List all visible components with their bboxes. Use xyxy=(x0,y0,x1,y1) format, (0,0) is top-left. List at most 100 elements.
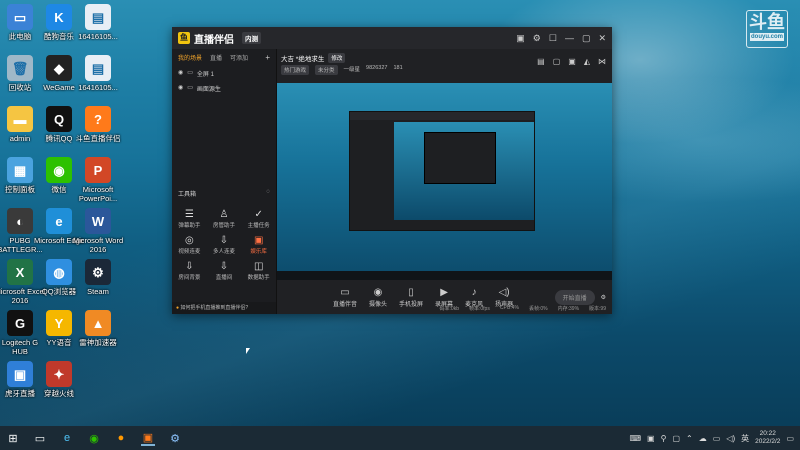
desktop-icon[interactable]: ⚙ Steam xyxy=(72,259,124,296)
bell-icon[interactable]: ◭ xyxy=(584,57,590,66)
wechat-icon[interactable]: ◉ xyxy=(87,431,101,445)
status-item: 丢帧:0% xyxy=(529,305,548,312)
tray-volume-icon[interactable]: ◁) xyxy=(726,434,735,443)
tool-icon: ▣ xyxy=(253,235,264,246)
control-icon: ◉ xyxy=(373,286,383,298)
douyu-icon: ? xyxy=(85,106,111,132)
close-icon[interactable]: ✕ xyxy=(598,33,606,44)
steam-icon: ⚙ xyxy=(85,259,111,285)
window-controls: ▣ ⚙ ☐ — ▢ ✕ xyxy=(516,33,606,44)
status-item: 版本:99 xyxy=(589,305,606,312)
desktop-icon-label: 1641610​5... xyxy=(78,32,118,41)
toolbox-item[interactable]: ⇩ 房间背景 xyxy=(172,261,207,281)
desktop-icon[interactable]: ▲ 雷神加速器 xyxy=(72,310,124,347)
tab-addable[interactable]: 可添加 xyxy=(230,53,248,62)
steam-taskbar-icon[interactable]: ⚙ xyxy=(168,431,182,445)
app-orange-icon[interactable]: ● xyxy=(114,431,128,445)
file-icon: ▤ xyxy=(85,4,111,30)
tray-network-icon[interactable]: ▭ xyxy=(713,434,721,443)
lock-icon[interactable]: ▢ xyxy=(553,57,561,66)
toolbox-item[interactable]: ▣ 娱乐库 xyxy=(241,235,276,255)
desktop-icon-label: Microsoft PowerPoi... xyxy=(78,185,118,203)
tab-my-scenes[interactable]: 我的场景 xyxy=(178,53,202,62)
share-icon[interactable]: ⋈ xyxy=(598,57,606,66)
toolbox-item[interactable]: ☰ 弹幕助手 xyxy=(172,209,207,229)
sidebar: 我的场景 直播 可添加 + ◉ ▭ 全屏 1 ◉ ▭ 画面源生 工具箱 ◌ ☰ 弹幕助… xyxy=(172,49,277,314)
pubg-icon: ◐ xyxy=(7,208,33,234)
info-icon: ● xyxy=(176,305,180,311)
toolbox-item[interactable]: ⇩ 多人连麦 xyxy=(207,235,242,255)
subcategory-tag[interactable]: 未分类 xyxy=(315,65,338,75)
desktop-icon[interactable]: ▤ 1641610​5... xyxy=(72,55,124,92)
toolbox-item[interactable]: ⇩ 直播间 xyxy=(207,261,242,281)
status-item: 码率:0kb xyxy=(439,305,459,312)
tab-live[interactable]: 直播 xyxy=(210,53,222,62)
edit-room-button[interactable]: 修改 xyxy=(328,53,346,63)
task-view-icon[interactable]: ▭ xyxy=(33,431,47,445)
maximize-icon[interactable]: ▢ xyxy=(582,33,591,44)
minimize-icon[interactable]: — xyxy=(565,33,574,44)
save-icon[interactable]: ▣ xyxy=(516,33,525,44)
tray-app-icon[interactable]: ▣ xyxy=(647,434,655,443)
taskbar: ⊞ ▭ e ◉ ● ▣ ⚙ ⌨ ▣ ⚲ ▢ ⌃ ☁ ▭ ◁) 英 20:22 2… xyxy=(0,426,800,450)
tray-expand-icon[interactable]: ⌃ xyxy=(686,434,693,443)
source-item[interactable]: ◉ ▭ 画面源生 xyxy=(172,81,276,96)
tool-icon: ♙ xyxy=(219,209,229,220)
control-icon: ▶ xyxy=(440,286,448,298)
settings-icon[interactable]: ⚙ xyxy=(533,33,541,44)
toolbox-item[interactable]: ◫ 数据助手 xyxy=(241,261,276,281)
yy-icon: Y xyxy=(46,310,72,336)
desktop-icon[interactable]: W Microsoft Word 2016 xyxy=(72,208,124,254)
app-title: 直播伴侣 xyxy=(194,34,234,46)
eye-icon[interactable]: ◉ xyxy=(178,69,183,78)
tray-app2-icon[interactable]: ▢ xyxy=(672,434,680,443)
title-bar[interactable]: 鱼 直播伴侣 内测 ▣ ⚙ ☐ — ▢ ✕ xyxy=(172,27,612,49)
help-notice[interactable]: ● 如何把手机直播推到直播伴侣? xyxy=(172,302,276,314)
douyu-live-companion-window[interactable]: 鱼 直播伴侣 内测 ▣ ⚙ ☐ — ▢ ✕ 我的场景 直播 可添加 + ◉ ▭ 全… xyxy=(172,27,612,314)
tool-icon: ◫ xyxy=(253,261,264,272)
stream-preview[interactable] xyxy=(277,83,612,280)
skin-icon[interactable]: ☐ xyxy=(549,33,557,44)
desktop-icon[interactable]: ? 斗鱼直播伴侣 xyxy=(72,106,124,143)
desktop-icon[interactable]: P Microsoft PowerPoi... xyxy=(72,157,124,203)
room-id: 9826327 xyxy=(366,65,388,71)
tray-cloud-icon[interactable]: ☁ xyxy=(699,434,707,443)
toolbox-item[interactable]: ✓ 主播任务 xyxy=(241,209,276,229)
control-panel-icon: ▦ xyxy=(7,157,33,183)
desktop-icon[interactable]: ✦ 穿越火线 xyxy=(33,361,85,398)
desktop-icon-label: Steam xyxy=(87,287,109,296)
toolbox-item[interactable]: ◎ 视频连麦 xyxy=(172,235,207,255)
layout-icon[interactable]: ▤ xyxy=(537,57,545,66)
desktop-icon[interactable]: ▤ 1641610​5... xyxy=(72,4,124,41)
desktop-icon-label: 斗鱼直播伴侣 xyxy=(75,134,121,143)
record-icon[interactable]: ▣ xyxy=(568,57,576,66)
tool-label: 娱乐库 xyxy=(250,249,267,255)
category-tag[interactable]: 热门游戏 xyxy=(281,65,310,75)
notification-icon[interactable]: ▭ xyxy=(786,434,794,443)
douyu-taskbar-icon[interactable]: ▣ xyxy=(141,430,155,446)
kugou-icon: K xyxy=(46,4,72,30)
windows-start-icon[interactable]: ⊞ xyxy=(6,431,20,445)
notice-text: 如何把手机直播推到直播伴侣? xyxy=(180,305,249,311)
clock[interactable]: 20:22 2022/2/2 xyxy=(755,430,780,446)
cf-icon: ✦ xyxy=(46,361,72,387)
edge-icon[interactable]: e xyxy=(60,431,74,445)
status-item: CPU:4% xyxy=(499,305,520,311)
tray-pin-icon[interactable]: ⚲ xyxy=(661,434,667,443)
toolbox-item[interactable]: ♙ 房管助手 xyxy=(207,209,242,229)
tray-keyboard-icon[interactable]: ⌨ xyxy=(630,434,642,443)
nested-preview-window xyxy=(349,111,535,231)
settings-gear-icon[interactable]: ⚙ xyxy=(601,294,606,301)
file-icon: ▤ xyxy=(85,55,111,81)
wechat-icon: ◉ xyxy=(46,157,72,183)
toolbox-title: 工具箱 xyxy=(178,192,197,198)
eye-icon[interactable]: ◉ xyxy=(178,84,183,93)
source-item[interactable]: ◉ ▭ 全屏 1 xyxy=(172,66,276,81)
input-language[interactable]: 英 xyxy=(741,433,749,444)
toolbox-more-icon[interactable]: ◌ xyxy=(266,189,270,198)
tool-icon: ⇩ xyxy=(219,235,229,246)
qq-icon: Q xyxy=(46,106,72,132)
tool-icon: ◎ xyxy=(184,235,194,246)
add-scene-icon[interactable]: + xyxy=(265,53,270,62)
folder-icon: ▬ xyxy=(7,106,33,132)
